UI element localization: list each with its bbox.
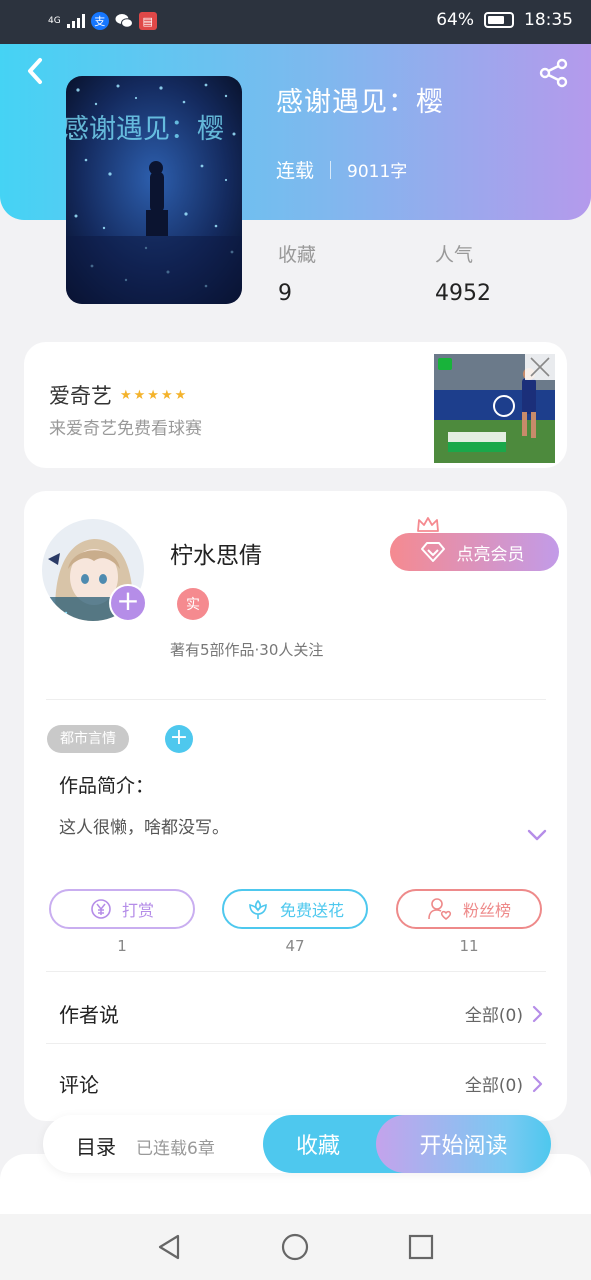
favorites-label: 收藏 [278, 244, 317, 266]
nav-recents-icon[interactable] [406, 1232, 436, 1262]
rating-stars: ★★★★★ [120, 387, 189, 403]
flower-count: 47 [285, 937, 305, 955]
popularity-label: 人气 [435, 244, 474, 266]
ad-name: 爱奇艺 [49, 384, 112, 408]
author-says-row[interactable]: 作者说 全部(0) [24, 977, 567, 1047]
book-title: 感谢遇见：樱 [276, 87, 444, 118]
divider [46, 971, 546, 972]
signal-icon [66, 14, 85, 28]
send-flower-label: 免费送花 [279, 901, 344, 920]
author-card: + 柠水思倩 实 著有5部作品·30人关注 点亮会员 都市言情 + 作品简介： … [24, 491, 567, 1121]
chapter-count: 已连载6章 [136, 1139, 215, 1159]
comments-all[interactable]: 全部(0) [465, 1071, 543, 1096]
status-icons-right: 64% 18:35 [436, 10, 573, 30]
comments-count: 全部(0) [464, 1076, 523, 1096]
comments-label: 评论 [59, 1073, 99, 1097]
flower-icon [249, 899, 267, 919]
yuan-coin-icon [91, 899, 111, 919]
fan-count: 11 [459, 937, 479, 955]
diamond-icon [420, 542, 445, 562]
author-stats: 著有5部作品·30人关注 [170, 641, 324, 659]
battery-percent: 64% [436, 10, 474, 30]
clock: 18:35 [524, 10, 573, 30]
vip-button-label: 点亮会员 [456, 544, 525, 565]
ad-subtitle: 来爱奇艺免费看球赛 [49, 419, 202, 439]
author-says-count: 全部(0) [464, 1006, 523, 1026]
book-meta: 连载 9011字 [276, 156, 407, 183]
start-reading-label: 开始阅读 [419, 1134, 508, 1159]
follow-author-button[interactable]: + [109, 584, 147, 622]
author-says-all[interactable]: 全部(0) [465, 1001, 543, 1026]
status-bar: 4G 支 ▤ 64% 18:35 [0, 0, 591, 44]
divider [46, 1043, 546, 1044]
start-reading-button[interactable]: 开始阅读 [376, 1115, 551, 1173]
genre-tag[interactable]: 都市言情 [47, 725, 129, 753]
vip-button[interactable]: 点亮会员 [390, 533, 559, 571]
tip-count: 1 [117, 937, 127, 955]
status-icons-left: 4G 支 ▤ [48, 12, 157, 30]
fan-user-icon [428, 898, 452, 920]
close-icon[interactable] [525, 354, 555, 380]
popularity-stat: 人气 4952 [435, 240, 491, 306]
intro-text: 这人很懒，啥都没写。 [59, 818, 229, 838]
system-nav-bar [0, 1214, 591, 1280]
fan-ranking-button[interactable]: 粉丝榜 [396, 889, 542, 929]
add-tag-button[interactable]: + [165, 725, 193, 753]
intro-title: 作品简介： [59, 775, 155, 797]
ad-title-row: 爱奇艺 ★★★★★ [49, 380, 188, 410]
divider [330, 160, 332, 179]
comments-row[interactable]: 评论 全部(0) [24, 1047, 567, 1117]
verified-badge: 实 [177, 588, 209, 620]
author-says-label: 作者说 [59, 1003, 119, 1027]
popularity-value: 4952 [435, 281, 491, 306]
word-count: 9011字 [347, 162, 408, 182]
chevron-right-icon [532, 1005, 543, 1022]
author-name: 柠水思倩 [170, 543, 262, 569]
book-cover[interactable]: 感谢遇见：樱 [66, 76, 242, 304]
share-icon[interactable] [539, 58, 569, 88]
alipay-icon: 支 [90, 12, 109, 30]
tip-label: 打赏 [121, 901, 154, 920]
tip-button[interactable]: 打赏 [49, 889, 195, 929]
fan-ranking-label: 粉丝榜 [462, 901, 511, 920]
divider [46, 699, 546, 700]
ad-banner[interactable]: 爱奇艺 ★★★★★ 来爱奇艺免费看球赛 [24, 342, 567, 468]
collect-label: 收藏 [295, 1134, 340, 1159]
favorites-value: 9 [278, 281, 292, 306]
chevron-right-icon [532, 1075, 543, 1092]
battery-icon [484, 12, 514, 28]
favorites-stat: 收藏 9 [278, 240, 316, 306]
wechat-icon [115, 12, 133, 30]
svg-text:感谢遇见：樱: 感谢遇见：樱 [66, 114, 224, 145]
send-flower-button[interactable]: 免费送花 [222, 889, 368, 929]
bottom-action-bar: 目录 已连载6章 收藏 开始阅读 [43, 1115, 551, 1173]
chevron-left-icon[interactable] [22, 56, 48, 86]
nav-back-icon[interactable] [154, 1232, 184, 1262]
chevron-down-icon[interactable] [526, 827, 548, 843]
crown-icon [417, 517, 439, 532]
serial-status: 连载 [276, 160, 315, 182]
reader-icon: ▤ [138, 12, 157, 30]
toc-button[interactable]: 目录 [76, 1131, 116, 1160]
nav-home-icon[interactable] [280, 1232, 310, 1262]
network-type: 4G [48, 15, 61, 26]
